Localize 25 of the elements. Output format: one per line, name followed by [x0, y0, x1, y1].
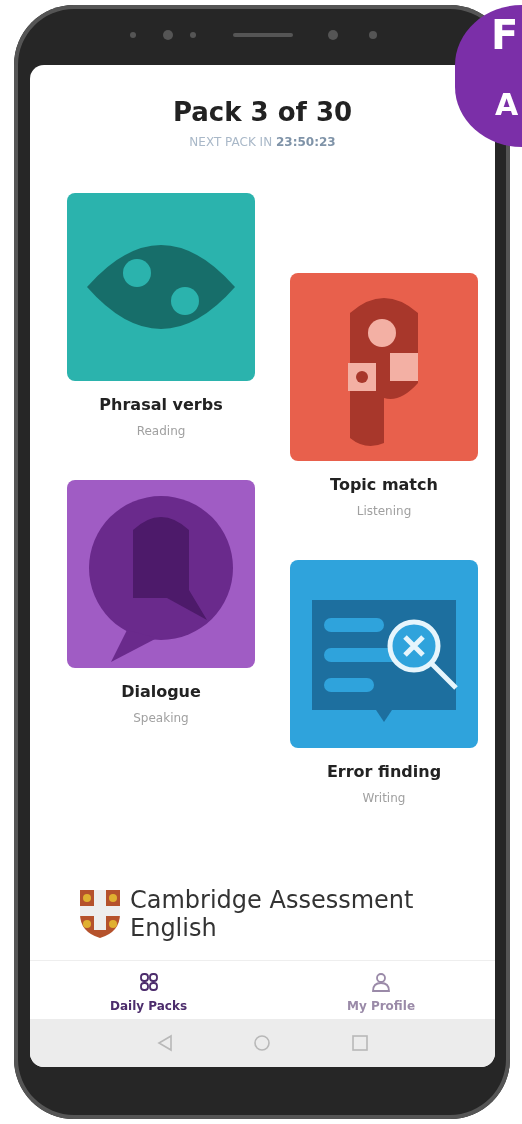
activity-tile[interactable]	[290, 560, 478, 748]
activity-title: Error finding	[326, 762, 442, 781]
activity-skill: Reading	[136, 424, 186, 438]
countdown-text: NEXT PACK IN 23:50:23	[189, 135, 336, 149]
logo-text: English	[130, 914, 218, 942]
logo-text: Cambridge Assessment	[130, 886, 414, 914]
activity-skill: Speaking	[133, 711, 189, 725]
badge-letter: A	[495, 90, 519, 120]
pack-title: Pack 3 of 30	[172, 97, 353, 127]
activity-title: Phrasal verbs	[99, 395, 223, 414]
activity-title: Topic match	[330, 475, 438, 494]
badge-letter: F	[491, 15, 519, 55]
recent-apps-icon[interactable]	[350, 1034, 369, 1052]
back-icon[interactable]	[156, 1034, 173, 1052]
grid-icon	[137, 971, 160, 993]
activity-tile[interactable]	[67, 480, 255, 668]
activity-tile[interactable]	[290, 273, 478, 461]
home-icon[interactable]	[252, 1034, 271, 1052]
crest-icon	[78, 888, 122, 940]
activity-tile[interactable]	[67, 193, 255, 381]
activity-title: Dialogue	[121, 682, 201, 701]
tab[interactable]: Daily Packs	[89, 969, 208, 1015]
person-icon	[370, 971, 392, 993]
activity-skill: Writing	[362, 791, 406, 805]
activity-skill: Listening	[356, 504, 412, 518]
